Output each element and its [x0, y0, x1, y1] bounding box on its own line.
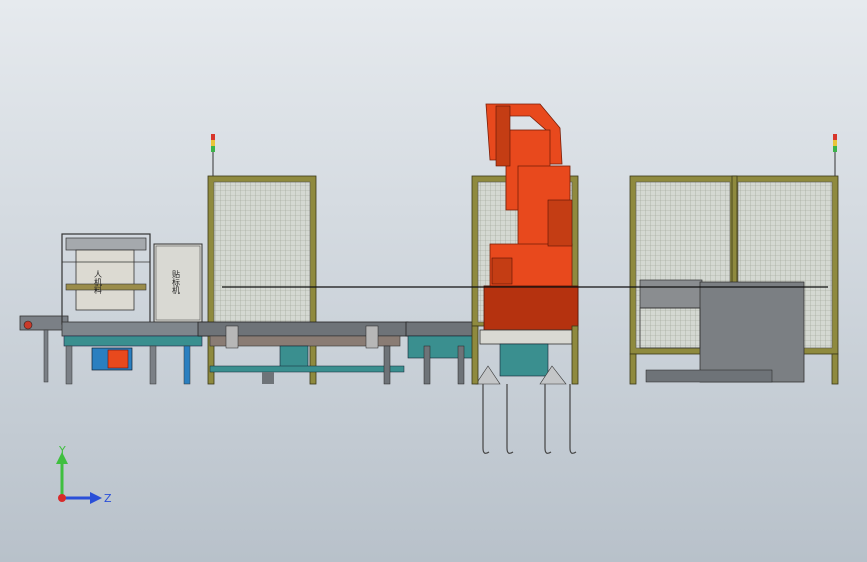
cad-viewport[interactable]: 人机料 贴标机 Y Z: [0, 0, 867, 562]
station-left-label: 人机料: [94, 270, 103, 295]
assembly-line-drawing: 人机料 贴标机 Y Z: [19, 103, 839, 505]
station-right-label: 贴标机: [172, 269, 181, 295]
z-axis-label: Z: [104, 492, 112, 505]
y-axis-label: Y: [58, 444, 66, 457]
infeed-station: 人机料 贴标机: [19, 233, 211, 385]
safety-fence-right: [629, 134, 839, 385]
coordinate-triad: Y Z: [56, 444, 112, 505]
transfer-conveyor: [197, 321, 477, 385]
robot-cell: [471, 103, 579, 454]
